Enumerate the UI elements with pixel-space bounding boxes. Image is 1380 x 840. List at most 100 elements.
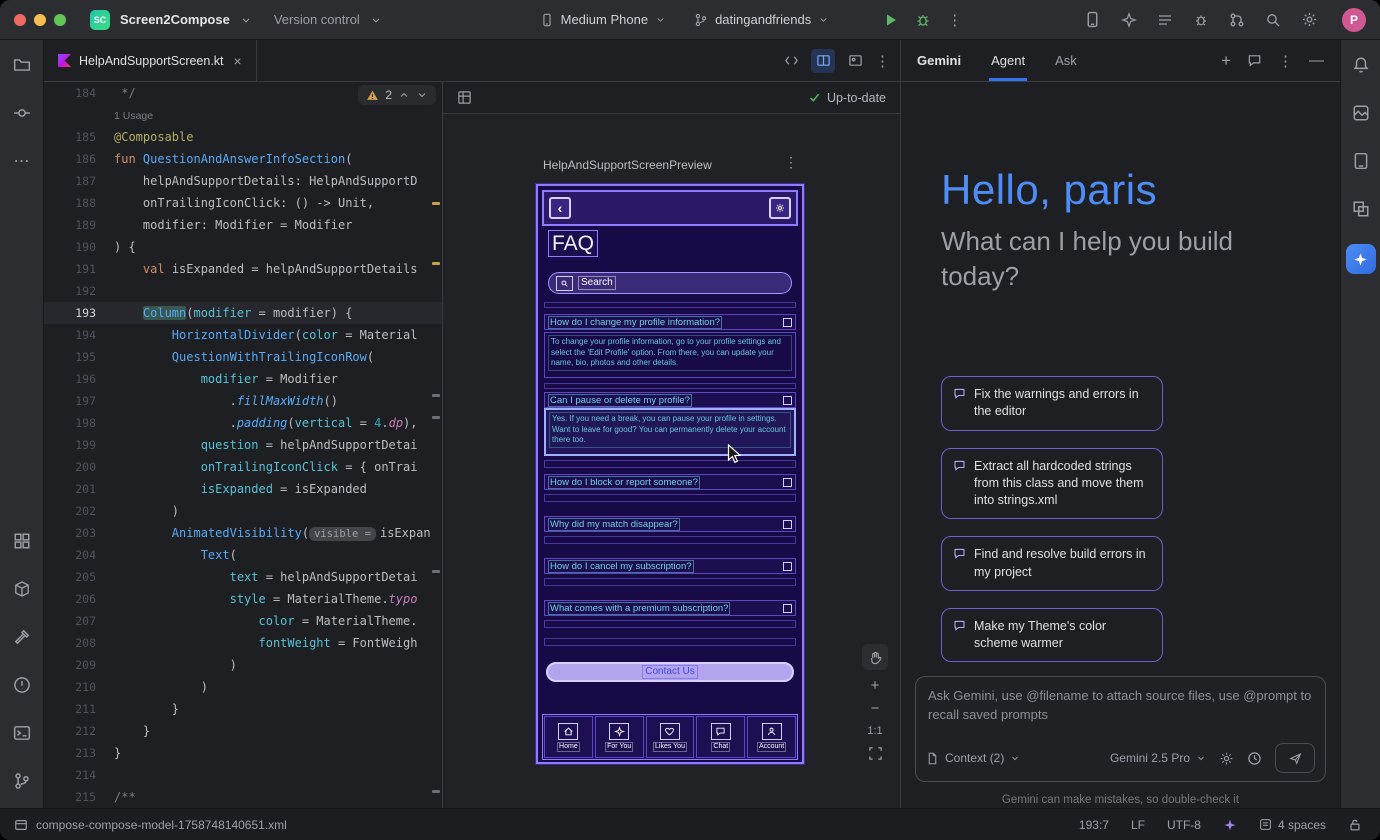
merge-requests-icon[interactable] [1229,12,1245,28]
code-line[interactable]: 208 fontWeight = FontWeigh [44,632,442,654]
contact-us-button[interactable]: Contact Us [546,662,794,682]
line-number[interactable]: 211 [44,698,114,720]
version-control-menu[interactable]: Version control [274,12,360,27]
debug-button[interactable] [915,12,931,28]
line-number[interactable]: 194 [44,324,114,346]
device-explorer-icon[interactable] [1348,148,1374,174]
faq-question-row[interactable]: How do I change my profile information? [544,314,796,330]
settings-button[interactable] [769,197,791,219]
code-line[interactable]: 204 Text( [44,544,442,566]
cursor-position[interactable]: 193:7 [1079,818,1109,832]
code-line[interactable]: 185@Composable [44,126,442,148]
indent-selector[interactable]: 4 spaces [1259,818,1326,832]
gemini-toolwindow-button[interactable] [1346,244,1376,274]
user-avatar[interactable]: P [1342,8,1366,32]
editor-tab[interactable]: HelpAndSupportScreen.kt × [44,40,257,81]
gemini-spark-icon[interactable] [1121,12,1137,28]
preview-options-button[interactable]: ⋮ [784,154,798,171]
zoom-in-button[interactable]: + [871,679,880,693]
previous-problem-icon[interactable] [398,89,410,101]
preview-name[interactable]: HelpAndSupportScreenPreview [543,158,712,172]
faq-question-row[interactable]: Can I pause or delete my profile? [544,392,796,408]
line-number[interactable]: 213 [44,742,114,764]
usage-hint-row[interactable]: 1 Usage [44,104,442,126]
more-tool-windows-icon[interactable]: ⋯ [9,148,35,174]
expand-icon[interactable] [783,604,792,613]
inspections-widget[interactable]: 2 [358,85,436,105]
device-preview-icon[interactable] [9,528,35,554]
code-line[interactable]: 215/** [44,786,442,808]
gemini-options-button[interactable]: ⋮ [1278,52,1293,70]
compose-preview-phone[interactable]: ‹ FAQ Search [536,184,804,764]
run-button[interactable] [883,12,899,28]
faq-question-row[interactable]: How do I cancel my subscription? [544,558,796,574]
code-line[interactable]: 196 modifier = Modifier [44,368,442,390]
zoom-ratio-button[interactable]: 1:1 [867,725,882,737]
line-number[interactable]: 205 [44,566,114,588]
nav-item-chat[interactable]: Chat [696,716,745,758]
notifications-bell-icon[interactable] [1348,52,1374,78]
close-window-button[interactable] [14,14,26,26]
readonly-lock-icon[interactable] [1348,818,1362,832]
packages-icon[interactable] [9,576,35,602]
warning-stripe-mark[interactable] [432,202,440,205]
nav-item-home[interactable]: Home [544,716,593,758]
code-line[interactable]: 213} [44,742,442,764]
code-line[interactable]: 186fun QuestionAndAnswerInfoSection( [44,148,442,170]
expand-icon[interactable] [783,520,792,529]
logcat-icon[interactable] [1157,12,1173,28]
nav-item-account[interactable]: Account [747,716,796,758]
code-line[interactable]: 191 val isExpanded = helpAndSupportDetai… [44,258,442,280]
code-line[interactable]: 211 } [44,698,442,720]
line-number[interactable]: 196 [44,368,114,390]
code-line[interactable]: 197 .fillMaxWidth() [44,390,442,412]
line-separator[interactable]: LF [1131,818,1145,832]
code-line[interactable]: 198 .padding(vertical = 4.dp), [44,412,442,434]
faq-question-row[interactable]: Why did my match disappear? [544,516,796,532]
code-view-button[interactable] [779,49,803,73]
line-number[interactable]: 200 [44,456,114,478]
code-line[interactable]: 190) { [44,236,442,258]
line-number[interactable]: 191 [44,258,114,280]
faq-question-row[interactable]: What comes with a premium subscription? [544,600,796,616]
line-number[interactable]: 214 [44,764,114,786]
gemini-input[interactable]: Ask Gemini, use @filename to attach sour… [915,676,1326,782]
change-stripe-mark[interactable] [432,570,440,573]
settings-icon[interactable] [1301,11,1318,28]
line-number[interactable]: 208 [44,632,114,654]
code-editor[interactable]: 184 */1 Usage185@Composable186fun Questi… [44,82,443,808]
line-number[interactable]: 184 [44,82,114,104]
line-number[interactable]: 201 [44,478,114,500]
gemini-settings-icon[interactable] [1219,751,1234,766]
line-number[interactable]: 189 [44,214,114,236]
expand-icon[interactable] [783,478,792,487]
phone-search-bar[interactable]: Search [548,272,792,294]
zoom-to-fit-icon[interactable] [868,746,883,761]
line-number[interactable]: 206 [44,588,114,610]
minimize-window-button[interactable] [34,14,46,26]
chat-history-icon[interactable] [1247,53,1262,68]
code-line[interactable]: 212 } [44,720,442,742]
project-selector[interactable]: Screen2Compose [120,12,230,27]
send-button[interactable] [1275,743,1315,773]
line-number[interactable]: 187 [44,170,114,192]
line-number[interactable]: 202 [44,500,114,522]
code-line[interactable]: 188 onTrailingIconClick: () -> Unit, [44,192,442,214]
model-selector[interactable]: Gemini 2.5 Pro [1110,751,1206,765]
tab-ask[interactable]: Ask [1053,40,1079,81]
suggestion-card[interactable]: Make my Theme's color scheme warmer [941,608,1163,663]
line-number[interactable]: 204 [44,544,114,566]
expand-icon[interactable] [783,396,792,405]
suggestion-card[interactable]: Fix the warnings and errors in the edito… [941,376,1163,431]
tab-agent[interactable]: Agent [989,40,1027,81]
line-number[interactable]: 192 [44,280,114,302]
maximize-window-button[interactable] [54,14,66,26]
more-actions-button[interactable]: ⋮ [947,11,962,29]
new-chat-icon[interactable]: + [1221,51,1231,71]
version-control-icon[interactable] [9,768,35,794]
prompt-history-icon[interactable] [1247,751,1262,766]
problems-icon[interactable] [9,672,35,698]
ai-status-icon[interactable] [1223,818,1237,832]
line-number[interactable]: 215 [44,786,114,808]
project-folder-icon[interactable] [9,52,35,78]
